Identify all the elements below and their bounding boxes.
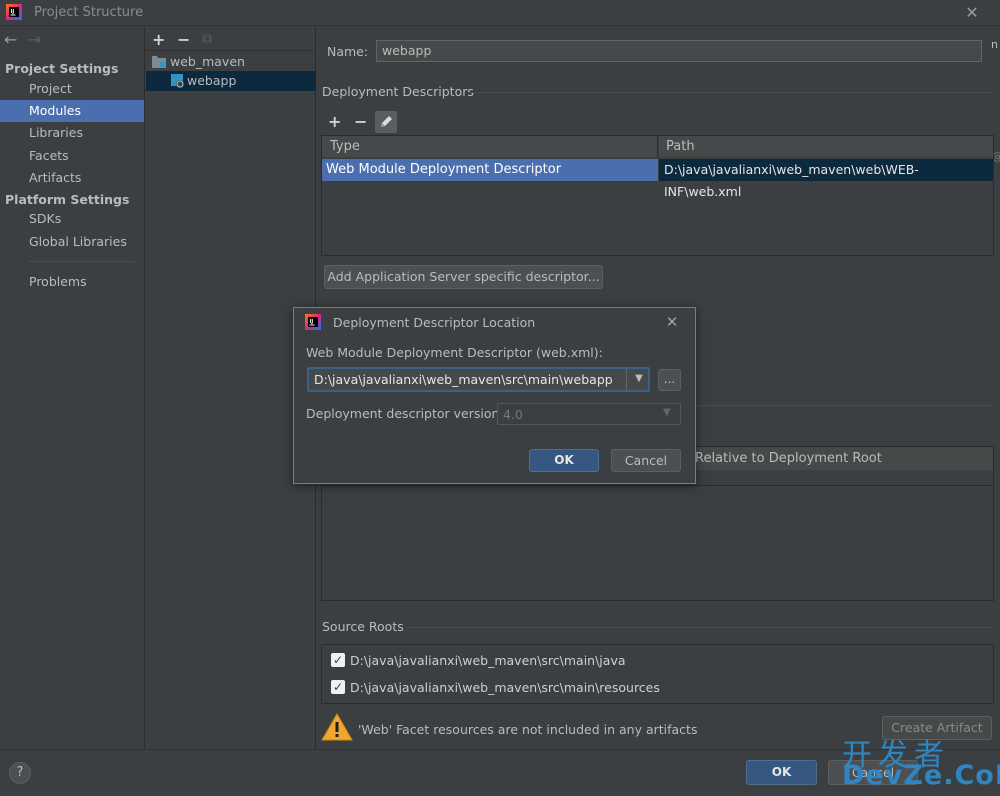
checkbox-checked-icon[interactable]: ✓ [331, 680, 345, 694]
table-cell-type[interactable]: Web Module Deployment Descriptor [322, 159, 658, 181]
source-root-java: D:\java\javalianxi\web_maven\src\main\ja… [350, 653, 626, 668]
web-module-icon [171, 74, 184, 88]
window-title: Project Structure [34, 5, 144, 20]
descriptor-add-button[interactable]: + [328, 112, 341, 131]
section-project-settings: Project Settings [5, 61, 119, 76]
version-label: Deployment descriptor version [306, 406, 500, 421]
descriptor-path-label: Web Module Deployment Descriptor (web.xm… [306, 345, 603, 360]
back-arrow-icon[interactable]: ← [4, 30, 17, 49]
tree-toolbar-divider [146, 50, 316, 51]
tree-node-webapp[interactable]: webapp [146, 71, 316, 91]
nav-item-project[interactable]: Project [0, 78, 144, 100]
source-roots-title: Source Roots [322, 619, 404, 634]
column-header-type[interactable]: Type [322, 136, 658, 157]
intellij-icon: IJ [305, 314, 321, 330]
svg-text:IJ: IJ [11, 9, 15, 15]
clipped-text: n [991, 38, 998, 51]
tree-remove-button[interactable]: − [177, 30, 190, 49]
column-header-relative-path[interactable]: Relative to Deployment Root [684, 447, 993, 470]
nav-item-artifacts[interactable]: Artifacts [0, 167, 144, 189]
column-header-path[interactable]: Path [659, 136, 993, 157]
descriptor-edit-button[interactable] [375, 111, 397, 133]
section-platform-settings: Platform Settings [5, 192, 130, 207]
nav-item-modules[interactable]: Modules [0, 100, 144, 122]
nav-divider [28, 261, 134, 262]
copy-icon[interactable]: ⧉ [202, 31, 212, 47]
folder-icon [152, 56, 166, 68]
deployment-descriptors-title: Deployment Descriptors [322, 84, 474, 99]
dialog-cancel-button[interactable]: Cancel [611, 449, 681, 472]
nav-item-facets[interactable]: Facets [0, 145, 144, 167]
dropdown-arrow-icon[interactable]: ▼ [632, 372, 646, 386]
table-cell-path[interactable]: D:\java\javalianxi\web_maven\web\WEB-INF… [659, 159, 993, 199]
checkbox-checked-icon[interactable]: ✓ [331, 653, 345, 667]
source-root-resources: D:\java\javalianxi\web_maven\src\main\re… [350, 680, 660, 695]
module-tree-panel [146, 27, 316, 749]
close-icon[interactable]: ✕ [962, 3, 982, 23]
dialog-ok-button[interactable]: OK [529, 449, 599, 472]
nav-item-problems[interactable]: Problems [0, 271, 144, 293]
descriptor-remove-button[interactable]: − [354, 112, 367, 131]
add-server-descriptor-button[interactable]: Add Application Server specific descript… [324, 265, 603, 289]
group-divider [660, 405, 994, 406]
help-icon[interactable]: ? [9, 762, 31, 784]
ok-button[interactable]: OK [746, 760, 817, 785]
combo-divider [626, 369, 627, 390]
warning-message: 'Web' Facet resources are not included i… [358, 722, 698, 737]
name-field[interactable]: webapp [376, 40, 982, 62]
dropdown-arrow-icon: ▼ [663, 407, 671, 418]
watermark-logo-text: DevZe.CoM [842, 760, 1000, 791]
intellij-icon: IJ [6, 4, 22, 20]
name-label: Name: [327, 44, 369, 59]
version-select [497, 403, 681, 425]
group-divider [406, 627, 994, 628]
nav-item-global-libraries[interactable]: Global Libraries [0, 231, 144, 253]
dialog-title: Deployment Descriptor Location [333, 315, 536, 330]
title-bar [0, 0, 1000, 26]
close-icon[interactable]: ✕ [662, 312, 682, 332]
nav-item-sdks[interactable]: SDKs [0, 208, 144, 230]
tree-add-button[interactable]: + [152, 30, 165, 49]
warning-icon [321, 713, 353, 741]
browse-button[interactable]: ... [658, 369, 681, 391]
version-value: 4.0 [503, 407, 523, 422]
nav-item-libraries[interactable]: Libraries [0, 122, 144, 144]
tree-node-label: webapp [187, 73, 237, 88]
group-divider [468, 92, 994, 93]
svg-text:IJ: IJ [310, 319, 314, 325]
tree-node-label: web_maven [170, 54, 245, 69]
descriptor-path-input[interactable]: D:\java\javalianxi\web_maven\src\main\we… [314, 372, 613, 387]
forward-arrow-icon[interactable]: → [28, 30, 41, 49]
pencil-icon [381, 116, 392, 127]
